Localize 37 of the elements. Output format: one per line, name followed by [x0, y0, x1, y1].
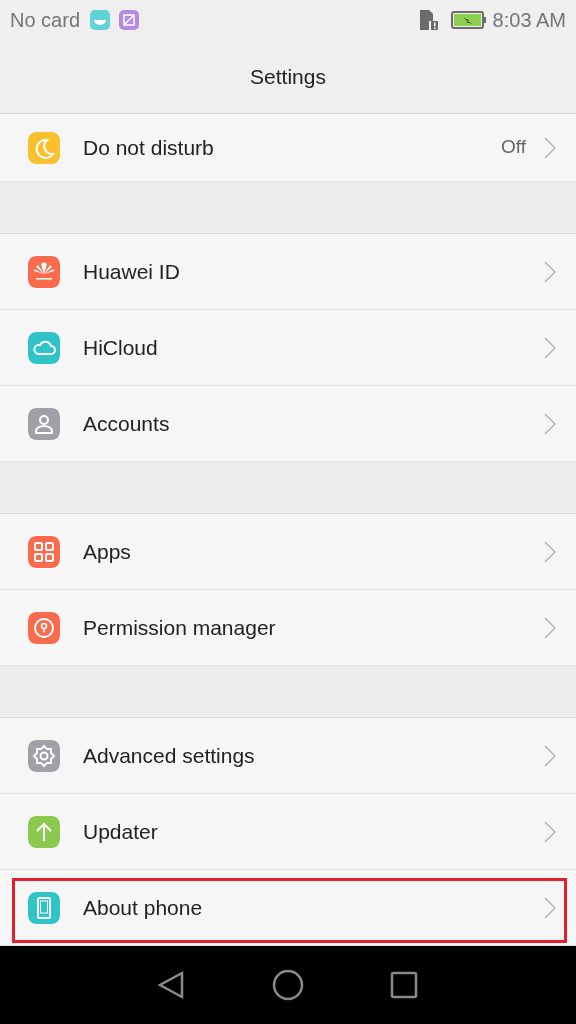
settings-item[interactable]: Permission manager	[0, 590, 576, 666]
recents-icon[interactable]	[388, 969, 420, 1001]
settings-item[interactable]: Huawei ID	[0, 234, 576, 310]
chevron-icon	[544, 336, 556, 359]
settings-item[interactable]: Advanced settings	[0, 718, 576, 794]
item-label: Do not disturb	[83, 134, 215, 161]
settings-item[interactable]: About phone	[0, 870, 576, 946]
battery-icon	[450, 11, 487, 29]
sim-alert-icon	[418, 9, 439, 31]
chevron-icon	[544, 616, 556, 639]
chevron-icon	[544, 412, 556, 435]
chevron-icon	[544, 136, 556, 159]
chevron-icon	[544, 260, 556, 283]
chevron-icon	[544, 896, 556, 919]
settings-item[interactable]: HiCloud	[0, 310, 576, 386]
item-label: Permission manager	[83, 614, 277, 641]
item-label: About phone	[83, 894, 204, 921]
item-value: Off	[501, 135, 526, 160]
chevron-icon	[544, 820, 556, 843]
settings-item[interactable]: Updater	[0, 794, 576, 870]
item-label: Updater	[83, 818, 159, 845]
item-label: Accounts	[83, 410, 171, 437]
settings-item[interactable]: Apps	[0, 514, 576, 590]
image-icon	[119, 10, 140, 30]
item-label: Advanced settings	[83, 742, 256, 769]
status-time: 8:03 AM	[492, 8, 566, 33]
screen-title: Settings	[250, 63, 326, 90]
settings-item[interactable]: Accounts	[0, 386, 576, 462]
settings-item[interactable]: Do not disturb Off	[0, 114, 576, 182]
chevron-icon	[544, 744, 556, 767]
item-label: Huawei ID	[83, 258, 181, 285]
item-label: HiCloud	[83, 334, 159, 361]
item-label: Apps	[83, 538, 132, 565]
carrier-label: No card	[10, 8, 81, 33]
home-icon[interactable]	[272, 969, 304, 1001]
notification-icon	[90, 10, 111, 30]
chevron-icon	[544, 540, 556, 563]
